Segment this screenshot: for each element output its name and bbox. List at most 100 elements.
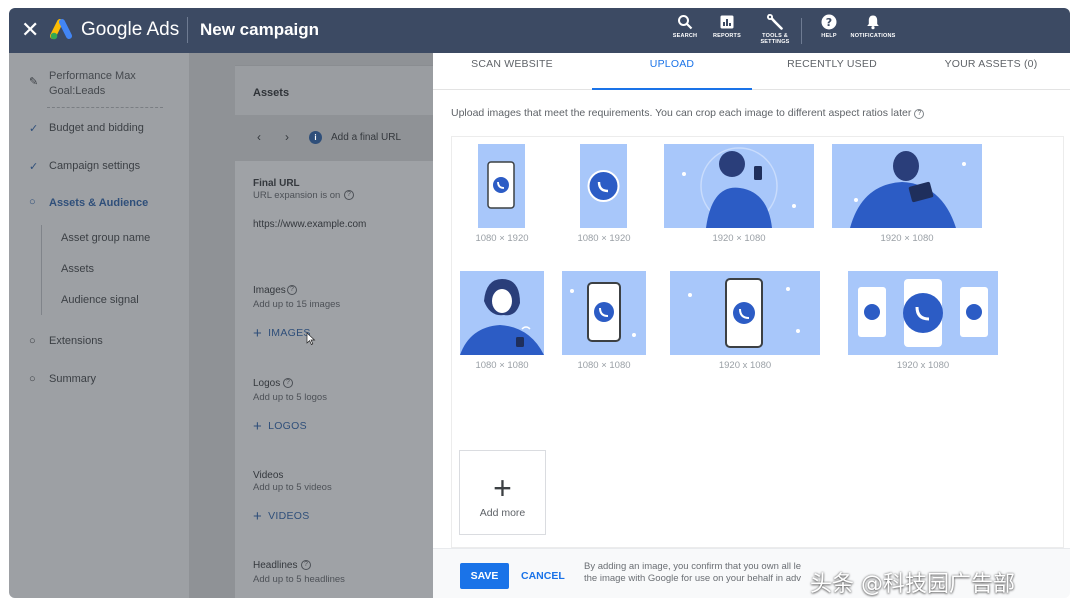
image-size-label: 1920 x 1080 — [718, 360, 772, 371]
add-logos-link[interactable]: + LOGOS — [253, 418, 307, 435]
image-thumbnail[interactable] — [848, 271, 998, 355]
videos-label: Videos — [253, 470, 284, 481]
upload-instructions: Upload images that meet the requirements… — [451, 107, 925, 119]
image-size-label: 1920 × 1080 — [880, 233, 934, 244]
phone-call-illustration — [562, 271, 646, 355]
search-icon — [678, 15, 693, 30]
substep-asset-group-name[interactable]: Asset group name — [61, 232, 150, 244]
image-size-label: 1080 × 1080 — [475, 360, 529, 371]
campaign-type: Performance Max — [49, 70, 136, 82]
current-step-icon: ○ — [29, 196, 36, 208]
image-size-label: 1080 × 1080 — [577, 360, 631, 371]
tab-recently-used[interactable]: RECENTLY USED — [752, 53, 912, 90]
google-ads-logo — [50, 19, 72, 40]
edit-icon[interactable]: ✎ — [29, 75, 38, 88]
step-extensions[interactable]: Extensions — [49, 335, 103, 347]
assets-form: Assets ‹ › i Add a final URL Final URL U… — [235, 53, 433, 598]
call-badge-illustration — [580, 144, 627, 228]
phone-call-illustration — [670, 271, 820, 355]
substep-audience-signal[interactable]: Audience signal — [61, 294, 139, 306]
image-thumbnail[interactable] — [460, 271, 544, 355]
help-icon[interactable]: ? — [283, 378, 293, 388]
reports-tool-button[interactable]: REPORTS — [705, 14, 749, 39]
substep-line — [41, 225, 42, 315]
headlines-label: Headlines — [253, 560, 298, 571]
videos-note: Add up to 5 videos — [253, 482, 332, 493]
notifications-tool-button[interactable]: NOTIFICATIONS — [850, 14, 896, 39]
final-url-label: Final URL — [253, 178, 300, 189]
image-thumbnail[interactable] — [664, 144, 814, 228]
section-title: Assets — [253, 87, 290, 99]
add-videos-link[interactable]: + VIDEOS — [253, 508, 310, 525]
plus-icon: + — [493, 470, 512, 506]
toolbar-divider — [801, 18, 802, 44]
step-summary[interactable]: Summary — [49, 373, 96, 385]
url-prompt: Add a final URL — [331, 132, 402, 143]
plus-icon: + — [253, 325, 263, 342]
step-budget-bidding[interactable]: Budget and bidding — [49, 122, 144, 134]
notifications-tool-label: NOTIFICATIONS — [850, 33, 896, 39]
tools-settings-button[interactable]: TOOLS & SETTINGS — [753, 14, 797, 45]
search-tool-button[interactable]: SEARCH — [663, 14, 707, 39]
tab-upload[interactable]: UPLOAD — [592, 53, 752, 90]
svg-text:?: ? — [826, 16, 832, 29]
plus-icon: + — [253, 508, 263, 525]
image-size-label: 1080 × 1920 — [475, 233, 529, 244]
campaign-builder-background: ✎ Performance Max Goal:Leads ✓ Budget an… — [9, 53, 433, 598]
step-campaign-settings[interactable]: Campaign settings — [49, 160, 140, 172]
chevron-right-icon[interactable]: › — [285, 130, 289, 144]
search-tool-label: SEARCH — [672, 33, 698, 39]
help-icon[interactable]: ? — [914, 109, 925, 119]
step-assets-audience[interactable]: Assets & Audience — [49, 197, 148, 209]
help-icon[interactable]: ? — [344, 190, 354, 200]
woman-with-phone-illustration — [664, 144, 814, 228]
tab-your-assets[interactable]: YOUR ASSETS (0) — [912, 53, 1070, 90]
help-tool-label: HELP — [821, 33, 837, 39]
substep-assets[interactable]: Assets — [61, 263, 94, 275]
panel-tabs: SCAN WEBSITE UPLOAD RECENTLY USED YOUR A… — [433, 53, 1070, 90]
image-upload-panel: SCAN WEBSITE UPLOAD RECENTLY USED YOUR A… — [433, 53, 1070, 598]
help-icon: ? — [821, 14, 837, 30]
image-size-label: 1920 × 1080 — [712, 233, 766, 244]
campaign-goal: Goal:Leads — [49, 85, 106, 97]
image-thumbnail[interactable] — [670, 271, 820, 355]
header-divider — [187, 17, 188, 43]
pending-step-icon: ○ — [29, 373, 36, 385]
image-thumbnail[interactable] — [832, 144, 982, 228]
three-phones-illustration — [848, 271, 998, 355]
app-window: ✕ Google Ads New campaign SEARCH REPORTS… — [9, 8, 1070, 598]
final-url-note: URL expansion is on — [253, 190, 341, 201]
man-with-tablet-illustration — [832, 144, 982, 228]
image-thumbnail[interactable] — [478, 144, 525, 228]
steps-sidebar: ✎ Performance Max Goal:Leads ✓ Budget an… — [9, 53, 189, 598]
pending-step-icon: ○ — [29, 335, 36, 347]
image-thumbnail[interactable] — [580, 144, 627, 228]
help-tool-button[interactable]: ? HELP — [807, 14, 851, 39]
logos-label: Logos — [253, 378, 281, 389]
add-more-label: Add more — [479, 507, 526, 519]
chevron-left-icon[interactable]: ‹ — [257, 130, 261, 144]
logos-note: Add up to 5 logos — [253, 392, 327, 403]
bell-icon — [867, 15, 879, 30]
image-thumbnail[interactable] — [562, 271, 646, 355]
image-size-label: 1920 x 1080 — [896, 360, 950, 371]
headlines-note: Add up to 5 headlines — [253, 574, 345, 585]
final-url-value[interactable]: https://www.example.com — [253, 219, 366, 230]
reports-icon — [720, 15, 734, 29]
brand-name: Google Ads — [81, 19, 180, 40]
add-images-link[interactable]: + IMAGES — [253, 325, 311, 342]
help-icon[interactable]: ? — [287, 285, 297, 295]
mouse-cursor-icon — [306, 332, 316, 345]
save-button[interactable]: SAVE — [460, 563, 509, 589]
checkmark-icon: ✓ — [29, 123, 39, 135]
add-more-button[interactable]: + Add more — [459, 450, 546, 535]
help-icon[interactable]: ? — [301, 560, 311, 570]
url-prompt-bar: ‹ › i Add a final URL — [235, 115, 433, 161]
tab-scan-website[interactable]: SCAN WEBSITE — [433, 53, 591, 90]
wrench-icon — [767, 14, 783, 30]
cancel-button[interactable]: CANCEL — [521, 563, 565, 589]
close-icon[interactable]: ✕ — [21, 18, 39, 42]
top-bar: ✕ Google Ads New campaign SEARCH REPORTS… — [9, 8, 1070, 53]
sidebar-divider — [47, 107, 163, 108]
tools-tool-label-2: SETTINGS — [760, 39, 790, 45]
